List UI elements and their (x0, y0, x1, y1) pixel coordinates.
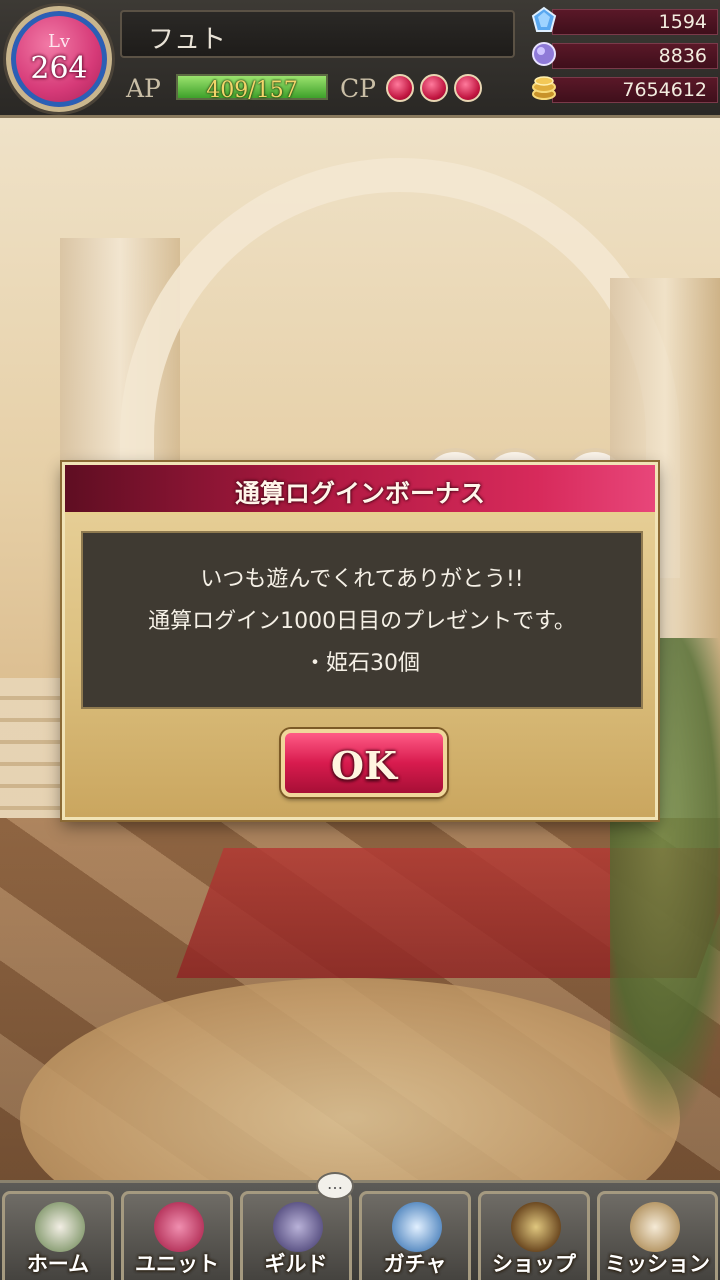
nav-gacha[interactable]: ガチャ (359, 1191, 471, 1280)
cp-label: CP (340, 74, 376, 103)
gold-coin-count: 7654612 (622, 79, 707, 101)
unit-swords-icon (154, 1202, 204, 1252)
level-label: Lv (47, 31, 71, 52)
chat-bubble-icon[interactable]: … (316, 1172, 354, 1200)
purple-gem-count: 8836 (658, 45, 707, 67)
nav-label: ミッション (605, 1252, 710, 1276)
shop-sign-icon (511, 1202, 561, 1252)
nav-mission[interactable]: ミッション (597, 1191, 718, 1280)
nav-shop[interactable]: ショップ (478, 1191, 590, 1280)
nav-guild[interactable]: ギルド (240, 1191, 352, 1280)
player-name: フュト (148, 25, 227, 55)
ap-gauge: 409/157 (176, 74, 328, 103)
nav-label: ガチャ (383, 1252, 447, 1276)
nav-unit[interactable]: ユニット (121, 1191, 233, 1280)
cp-orb-icon (386, 74, 414, 102)
gold-coin-icon (532, 76, 556, 100)
currency-row-purple-gem[interactable]: 8836 (530, 40, 718, 70)
ap-label: AP (126, 74, 161, 103)
guild-castle-icon (273, 1202, 323, 1252)
login-bonus-dialog: 通算ログインボーナス いつも遊んでくれてありがとう!! 通算ログイン1000日目… (62, 462, 658, 820)
player-name-plate[interactable]: フュト (120, 10, 515, 58)
gacha-crystal-icon (392, 1202, 442, 1252)
currency-field: 7654612 (552, 77, 718, 103)
cp-orb-icon (420, 74, 448, 102)
dialog-title: 通算ログインボーナス (234, 479, 485, 508)
ok-button[interactable]: OK (281, 729, 447, 797)
dialog-header: 通算ログインボーナス (65, 465, 655, 515)
mission-scroll-icon (630, 1202, 680, 1252)
nav-label: ギルド (264, 1252, 328, 1276)
home-crest-icon (35, 1202, 85, 1252)
currency-row-blue-gem[interactable]: 1594 (530, 6, 718, 36)
dialog-reward-line: ・姫石30個 (304, 651, 420, 676)
ap-value: 409/157 (206, 78, 298, 103)
ok-button-label: OK (330, 743, 398, 788)
dialog-message-box: いつも遊んでくれてありがとう!! 通算ログイン1000日目のプレゼントです。 ・… (81, 531, 643, 709)
level-value: 264 (30, 51, 88, 86)
chat-bubble-text: … (327, 1174, 343, 1193)
currency-field: 8836 (552, 43, 718, 69)
bottom-nav: ホーム ユニット ギルド ガチャ ショップ ミッション (0, 1180, 720, 1280)
currency-field: 1594 (552, 9, 718, 35)
dialog-message-line: 通算ログイン1000日目のプレゼントです。 (148, 609, 576, 634)
blue-gem-icon (531, 6, 557, 32)
purple-gem-icon (532, 42, 556, 66)
level-badge[interactable]: Lv 264 (6, 6, 112, 112)
nav-label: ショップ (492, 1252, 576, 1276)
dialog-message-line: いつも遊んでくれてありがとう!! (200, 567, 524, 592)
currency-row-gold-coin[interactable]: 7654612 (530, 74, 718, 104)
nav-home[interactable]: ホーム (2, 1191, 114, 1280)
blue-gem-count: 1594 (658, 11, 707, 33)
nav-label: ユニット (135, 1252, 219, 1276)
cp-orb-icon (454, 74, 482, 102)
nav-label: ホーム (26, 1252, 90, 1276)
status-bar: Lv 264 フュト AP 409/157 CP 1594 8836 76546… (0, 0, 720, 118)
